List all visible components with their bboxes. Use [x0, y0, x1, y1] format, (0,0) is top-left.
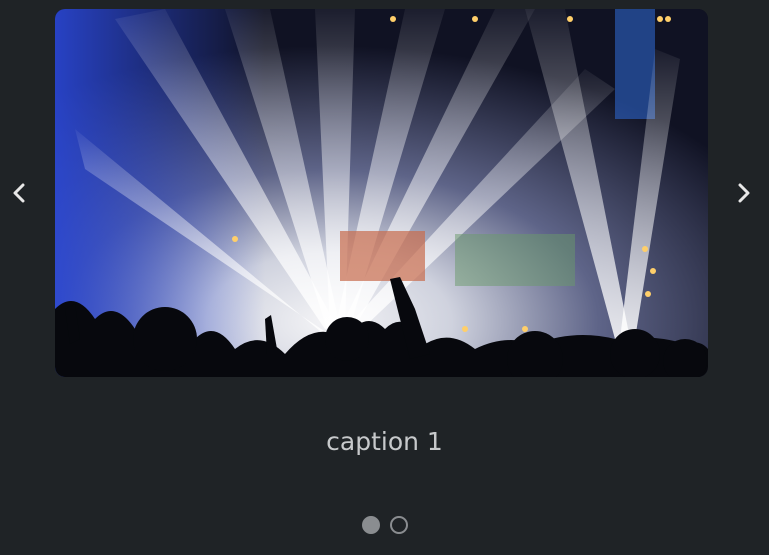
concert-photo-image [55, 9, 708, 377]
chevron-right-icon [738, 183, 750, 203]
image-carousel: caption 1 [0, 0, 769, 555]
slide-indicator-2[interactable] [389, 516, 408, 534]
slide-indicator-1[interactable] [361, 516, 380, 534]
slide-image [55, 9, 708, 377]
chevron-left-icon [13, 183, 25, 203]
slide-indicators [0, 516, 769, 534]
next-slide-button[interactable] [730, 178, 758, 208]
slide-caption: caption 1 [326, 427, 443, 456]
previous-slide-button[interactable] [5, 178, 33, 208]
